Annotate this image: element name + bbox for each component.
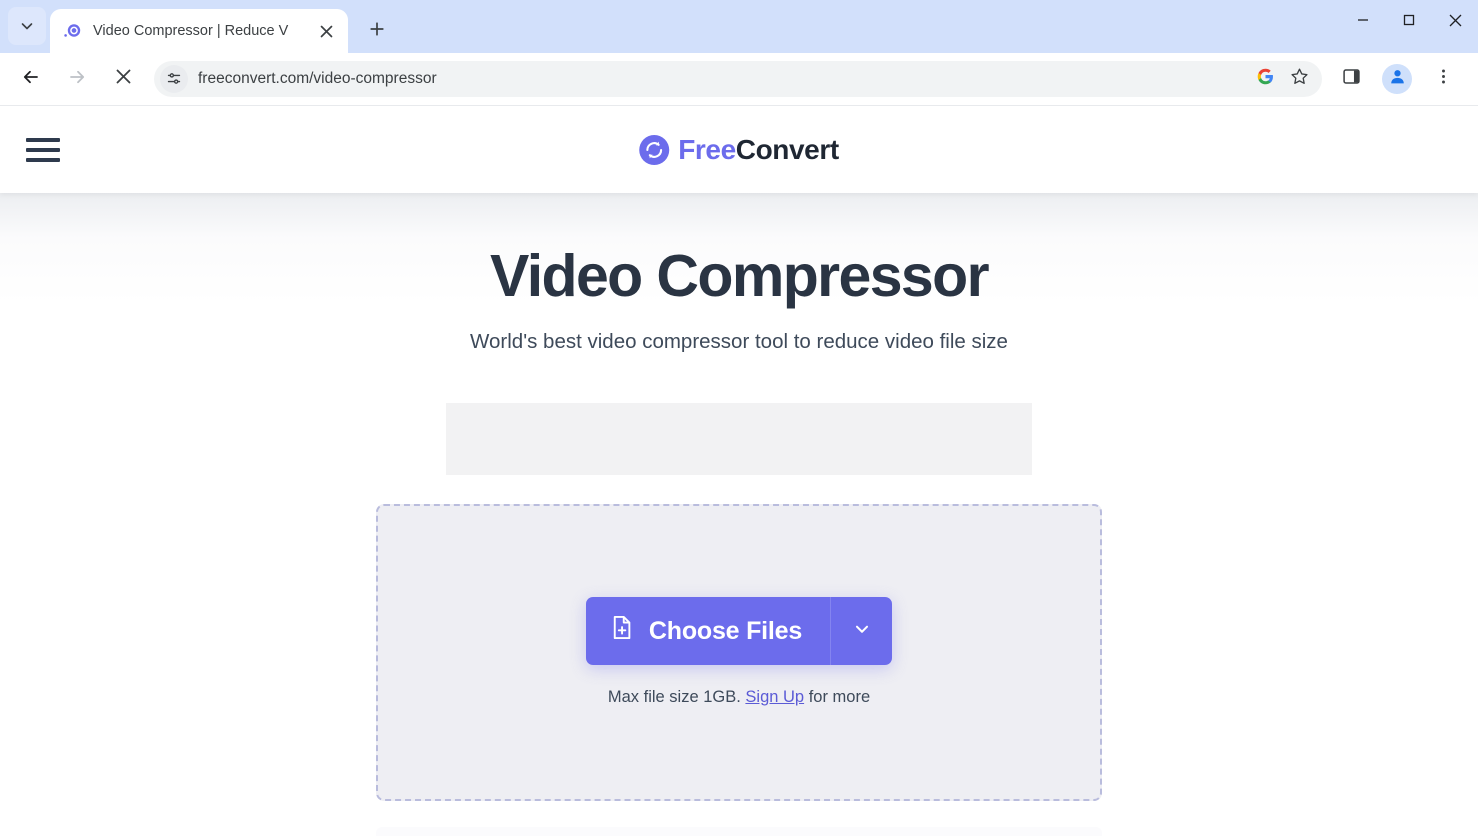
address-bar[interactable]: freeconvert.com/video-compressor bbox=[154, 61, 1322, 97]
page-title: Video Compressor bbox=[490, 243, 990, 309]
chevron-down-icon bbox=[851, 618, 873, 645]
address-bar-url: freeconvert.com/video-compressor bbox=[198, 70, 437, 87]
brand-wordmark: FreeConvert bbox=[678, 134, 839, 166]
file-plus-icon bbox=[608, 614, 635, 648]
tune-site-settings-icon[interactable] bbox=[160, 65, 188, 93]
plus-icon bbox=[369, 21, 385, 42]
side-panel-button[interactable] bbox=[1334, 62, 1368, 96]
browser-tab[interactable]: Video Compressor | Reduce V bbox=[50, 9, 348, 53]
minimize-icon bbox=[1356, 13, 1370, 32]
window-maximize-button[interactable] bbox=[1386, 0, 1432, 45]
site-header: FreeConvert bbox=[0, 106, 1478, 193]
profile-avatar-icon bbox=[1388, 67, 1407, 91]
max-file-size-suffix: for more bbox=[804, 688, 871, 707]
new-tab-button[interactable] bbox=[361, 15, 393, 47]
ad-placeholder bbox=[446, 402, 1032, 475]
sign-up-link[interactable]: Sign Up bbox=[745, 688, 804, 706]
page-content: Video Compressor World's best video comp… bbox=[0, 193, 1478, 836]
sync-arrows-logo-icon bbox=[639, 134, 670, 165]
omnibox-actions bbox=[1250, 64, 1314, 94]
max-file-size-prefix: Max file size 1GB. bbox=[607, 688, 746, 707]
back-button[interactable] bbox=[13, 61, 49, 97]
choose-files-group: Choose Files bbox=[585, 597, 893, 666]
stop-loading-icon bbox=[115, 68, 132, 90]
stop-loading-button[interactable] bbox=[105, 61, 141, 97]
toolbar-right-actions bbox=[1328, 62, 1466, 96]
window-minimize-button[interactable] bbox=[1340, 0, 1386, 45]
choose-files-button[interactable]: Choose Files bbox=[585, 597, 831, 666]
profile-button[interactable] bbox=[1382, 64, 1412, 94]
page-viewport: FreeConvert Video Compressor World's bes… bbox=[0, 106, 1478, 836]
brand-text-free: Free bbox=[678, 133, 736, 165]
max-file-size-note: Max file size 1GB. Sign Up for more bbox=[608, 688, 870, 707]
choose-files-label: Choose Files bbox=[648, 616, 803, 645]
google-icon bbox=[1257, 68, 1274, 90]
three-dot-menu-icon bbox=[1435, 68, 1452, 90]
side-panel-icon bbox=[1342, 67, 1361, 91]
browser-window: Video Compressor | Reduce V freeconvert.… bbox=[0, 0, 1478, 836]
tab-close-button[interactable] bbox=[314, 19, 338, 43]
bookmark-button[interactable] bbox=[1284, 64, 1314, 94]
freeconvert-favicon-icon bbox=[64, 22, 82, 40]
google-lens-button[interactable] bbox=[1250, 64, 1280, 94]
browser-toolbar: freeconvert.com/video-compressor bbox=[0, 53, 1478, 106]
forward-arrow-icon bbox=[67, 67, 87, 92]
chevron-down-icon bbox=[19, 18, 35, 34]
hero-section: Video Compressor World's best video comp… bbox=[0, 193, 1478, 354]
file-dropzone[interactable]: Choose Files Max file size 1GB. Sign Up … bbox=[376, 503, 1102, 801]
brand-text-convert: Convert bbox=[735, 133, 839, 165]
maximize-icon bbox=[1402, 13, 1416, 32]
browser-menu-button[interactable] bbox=[1426, 62, 1460, 96]
back-arrow-icon bbox=[21, 67, 41, 92]
below-fold-section bbox=[376, 826, 1102, 836]
freeconvert-logo[interactable]: FreeConvert bbox=[639, 134, 839, 166]
forward-button bbox=[59, 61, 95, 97]
choose-files-dropdown-button[interactable] bbox=[830, 597, 893, 666]
tab-strip: Video Compressor | Reduce V bbox=[0, 0, 1478, 53]
tab-title: Video Compressor | Reduce V bbox=[93, 23, 289, 39]
window-close-button[interactable] bbox=[1432, 0, 1478, 45]
close-icon bbox=[1448, 13, 1463, 33]
window-controls bbox=[1340, 0, 1478, 45]
bookmark-star-icon bbox=[1290, 67, 1309, 91]
hamburger-menu-icon[interactable] bbox=[26, 133, 60, 167]
page-subtitle: World's best video compressor tool to re… bbox=[470, 329, 1008, 353]
tab-search-button[interactable] bbox=[8, 7, 46, 45]
